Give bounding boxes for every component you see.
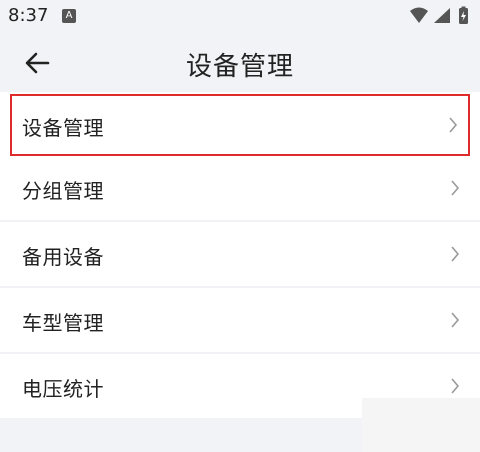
menu-item-label: 分组管理 bbox=[22, 179, 104, 203]
status-icons bbox=[410, 6, 468, 24]
menu-item-label: 车型管理 bbox=[22, 311, 104, 335]
menu-item-label: 电压统计 bbox=[22, 377, 104, 401]
menu-item-device-management[interactable]: 设备管理 bbox=[10, 94, 470, 156]
battery-icon bbox=[459, 6, 468, 24]
menu-item-label: 备用设备 bbox=[22, 245, 104, 269]
page-title: 设备管理 bbox=[185, 52, 294, 82]
signal-icon bbox=[434, 8, 450, 23]
chevron-right-icon bbox=[451, 180, 460, 196]
menu-item-group-management[interactable]: 分组管理 bbox=[0, 156, 480, 222]
status-time: 8:37 bbox=[8, 5, 49, 26]
chevron-right-icon bbox=[451, 246, 460, 262]
a-badge-icon: A bbox=[62, 9, 76, 23]
chevron-right-icon bbox=[451, 312, 460, 328]
menu-item-label: 设备管理 bbox=[22, 116, 104, 140]
menu-list: 设备管理 分组管理 备用设备 车型管理 电压统计 bbox=[0, 92, 480, 420]
wifi-icon bbox=[410, 7, 428, 23]
menu-item-vehicle-model-management[interactable]: 车型管理 bbox=[0, 288, 480, 354]
status-bar: 8:37 A bbox=[0, 0, 480, 34]
chevron-right-icon bbox=[451, 378, 460, 394]
menu-item-spare-devices[interactable]: 备用设备 bbox=[0, 222, 480, 288]
blurred-overlay bbox=[362, 398, 480, 452]
chevron-right-icon bbox=[449, 117, 458, 133]
app-header: 设备管理 bbox=[0, 34, 480, 90]
